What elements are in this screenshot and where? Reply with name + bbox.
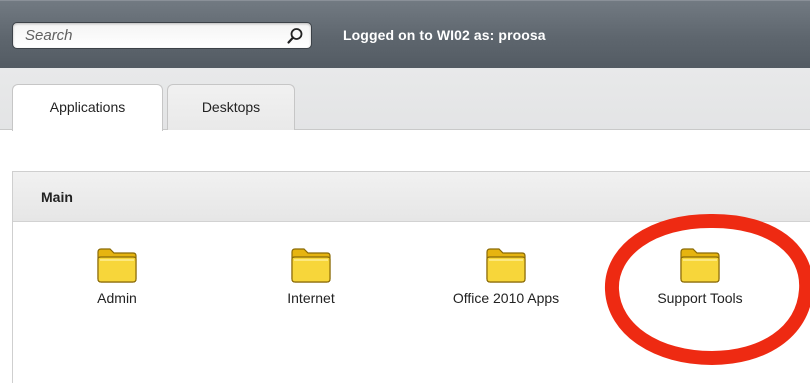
app-label: Internet (287, 290, 335, 306)
app-label: Office 2010 Apps (452, 290, 560, 306)
app-folder-support-tools[interactable]: Support Tools (620, 246, 780, 306)
tab-bar: Applications Desktops (0, 68, 810, 131)
tab-label: Desktops (201, 99, 261, 115)
logon-status: Logged on to WI02 as: proosa (343, 27, 546, 43)
section-title: Main (13, 172, 810, 222)
applications-panel: Main Admin Internet Office 2010 Apps Sup… (12, 171, 810, 383)
folder-icon (97, 248, 137, 283)
app-folder-office-2010-apps[interactable]: Office 2010 Apps (426, 246, 586, 306)
search-input[interactable] (13, 23, 283, 48)
app-folder-internet[interactable]: Internet (231, 246, 391, 306)
folder-icon (291, 248, 331, 283)
app-folder-admin[interactable]: Admin (37, 246, 197, 306)
folder-icon (486, 248, 526, 283)
search-box[interactable] (12, 22, 312, 49)
top-bar: Logged on to WI02 as: proosa (0, 0, 810, 68)
tab-label: Applications (49, 99, 126, 115)
tab-desktops[interactable]: Desktops (167, 84, 295, 130)
tab-applications[interactable]: Applications (12, 84, 163, 131)
app-label: Support Tools (657, 290, 743, 306)
search-icon[interactable] (285, 26, 305, 46)
folder-icon (680, 248, 720, 283)
app-label: Admin (97, 290, 137, 306)
